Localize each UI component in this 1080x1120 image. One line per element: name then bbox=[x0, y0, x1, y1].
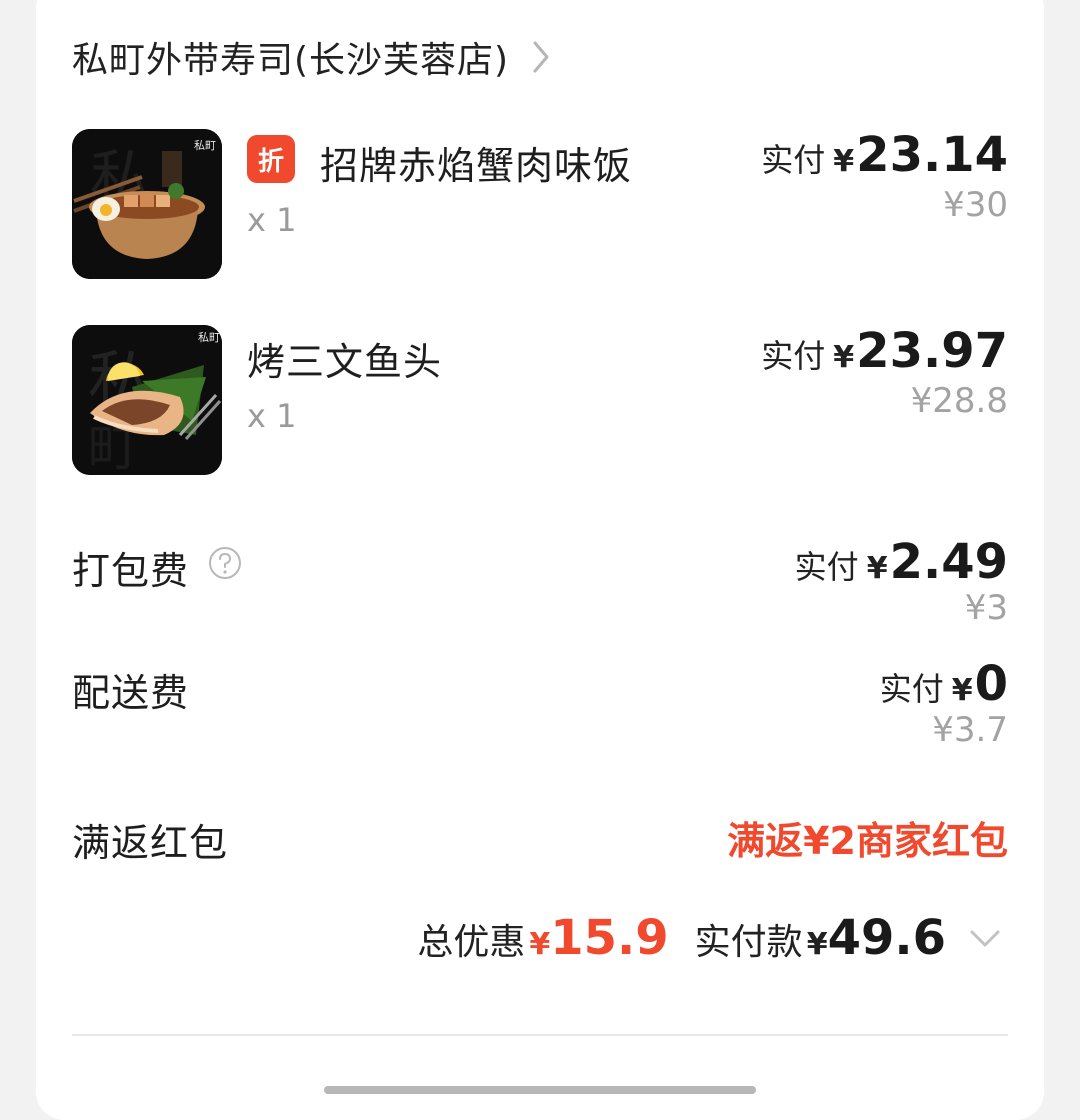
item-name: 招牌赤焰蟹肉味饭 bbox=[320, 144, 633, 188]
item-quantity: x 1 bbox=[247, 201, 297, 239]
delivery-fee-label: 配送费 bbox=[72, 671, 190, 715]
order-item[interactable]: 私 町 私町 烤三文鱼头 x 1 实付 ¥ 23.97 ¥28.8 bbox=[72, 323, 1008, 475]
original-price: ¥3.7 bbox=[932, 710, 1008, 750]
item-name: 烤三文鱼头 bbox=[247, 340, 443, 384]
home-indicator[interactable] bbox=[324, 1086, 756, 1094]
paid-price: 实付 ¥ 2.49 bbox=[795, 534, 1008, 590]
paid-amount: 23.97 bbox=[856, 323, 1008, 379]
chevron-down-icon[interactable] bbox=[968, 922, 1002, 956]
packing-fee-label: 打包费 bbox=[72, 549, 190, 593]
crab-rice-bowl-photo: 私 私町 bbox=[72, 129, 222, 279]
chevron-right-icon bbox=[533, 41, 549, 73]
order-item[interactable]: 私 私町 折 招牌赤焰蟹肉味饭 x 1 实付 ¥ 23.14 ¥30 bbox=[72, 127, 1008, 279]
discount-badge: 折 bbox=[247, 135, 295, 183]
red-packet-value: 满返¥2商家红包 bbox=[727, 819, 1008, 863]
svg-text:私町: 私町 bbox=[198, 331, 220, 344]
currency-symbol: ¥ bbox=[833, 144, 855, 179]
paid-label: 实付 bbox=[761, 337, 826, 375]
currency-symbol: ¥ bbox=[529, 927, 551, 962]
original-price: ¥3 bbox=[964, 588, 1008, 628]
divider bbox=[72, 1034, 1008, 1036]
paid-amount: 0 bbox=[974, 656, 1008, 712]
paid-price: 实付 ¥ 23.97 bbox=[761, 323, 1008, 379]
currency-symbol: ¥ bbox=[833, 340, 855, 375]
paid-price: 实付 ¥ 23.14 bbox=[761, 127, 1008, 183]
red-packet-label: 满返红包 bbox=[72, 821, 229, 865]
svg-text:私町: 私町 bbox=[194, 139, 216, 152]
paid-amount: 23.14 bbox=[856, 127, 1008, 183]
store-name: 私町外带寿司(长沙芙蓉店) bbox=[72, 40, 510, 81]
grilled-salmon-head-photo: 私 町 私町 bbox=[72, 325, 222, 475]
paid-label: 实付 bbox=[761, 141, 826, 179]
total-discount-label: 总优惠 bbox=[417, 922, 526, 963]
total-paid-label: 实付款 bbox=[694, 922, 803, 963]
paid-amount: 2.49 bbox=[889, 534, 1008, 590]
currency-symbol: ¥ bbox=[866, 551, 888, 586]
currency-symbol: ¥ bbox=[806, 927, 828, 962]
original-price: ¥30 bbox=[943, 185, 1008, 225]
help-icon[interactable] bbox=[208, 546, 242, 580]
currency-symbol: ¥ bbox=[951, 673, 973, 708]
total-paid-amount: 49.6 bbox=[827, 910, 946, 966]
paid-label: 实付 bbox=[879, 670, 944, 708]
paid-price: 实付 ¥ 0 bbox=[880, 656, 1008, 712]
item-quantity: x 1 bbox=[247, 397, 297, 435]
order-summary[interactable]: 总优惠 ¥ 15.9 实付款 ¥ 49.6 bbox=[417, 910, 946, 966]
original-price: ¥28.8 bbox=[910, 381, 1008, 421]
store-link[interactable]: 私町外带寿司(长沙芙蓉店) bbox=[72, 34, 555, 81]
paid-label: 实付 bbox=[794, 548, 859, 586]
total-discount-amount: 15.9 bbox=[550, 910, 669, 966]
